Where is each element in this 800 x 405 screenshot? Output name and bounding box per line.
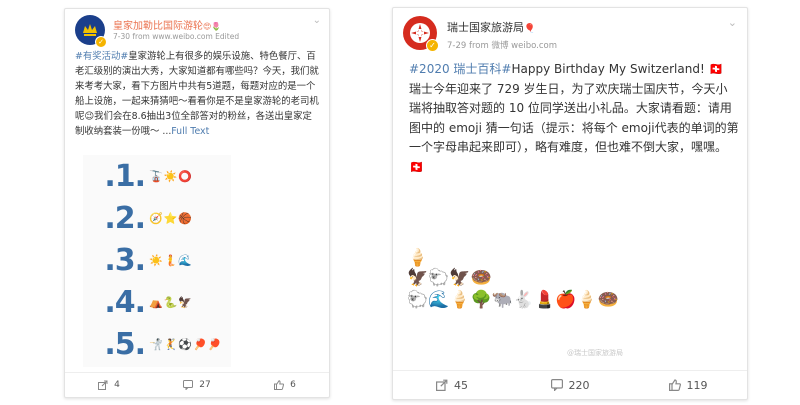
- quiz-emojis: ☀️🧜🌊: [149, 254, 194, 267]
- quiz-number: .3.: [104, 243, 146, 278]
- post-text: Happy Birthday My Switzerland! 🇨🇭 瑞士今年迎来…: [409, 62, 739, 174]
- like-icon: [274, 380, 285, 390]
- topic-tag[interactable]: #有奖活动#: [75, 51, 128, 62]
- post-body: #2020 瑞士百科#Happy Birthday My Switzerland…: [409, 60, 739, 177]
- post-actions: 45 220 119: [393, 370, 747, 399]
- comment-count: 220: [568, 378, 590, 392]
- like-button[interactable]: 119: [629, 379, 747, 392]
- post-meta: 7-29 from 微博 weibo.com: [447, 41, 558, 51]
- chevron-down-icon[interactable]: ⌄: [728, 16, 737, 29]
- quiz-emojis: 🧭⭐🏀: [149, 212, 194, 225]
- name-emoji: 🎈: [524, 24, 536, 34]
- post-body: #有奖活动#皇家游轮上有很多的娱乐设施、特色餐厅、百老汇级别的演出大秀，大家知道…: [75, 49, 319, 139]
- comment-icon: [550, 379, 563, 391]
- quiz-number: .2.: [104, 201, 146, 236]
- quiz-question-3: .3. ☀️🧜🌊: [83, 243, 193, 278]
- emoji-line-1: 🍦: [407, 248, 429, 268]
- post-text: 皇家游轮上有很多的娱乐设施、特色餐厅、百老汇级别的演出大秀，大家知道都有哪些吗？…: [75, 51, 319, 137]
- account-name[interactable]: 瑞士国家旅游局🎈: [447, 19, 535, 35]
- comment-icon: [183, 380, 194, 390]
- emoji-line-3: 🐑🌊🍦🌳🐃🐇💄🍎🍦🍩: [407, 290, 619, 310]
- share-icon: [98, 380, 108, 390]
- share-button[interactable]: 45: [393, 379, 511, 392]
- quiz-emojis: 🤺🤾⚽🏓🏓: [149, 338, 223, 351]
- weibo-post-swiss-tourism: ✓ 瑞士国家旅游局🎈 7-29 from 微博 weibo.com ⌄ #202…: [392, 7, 748, 400]
- full-text-link[interactable]: Full Text: [171, 126, 209, 137]
- watermark: @瑞士国家旅游局: [567, 349, 623, 357]
- quiz-emojis: ⛺🐍🦅: [149, 296, 194, 309]
- comment-button[interactable]: 220: [511, 379, 629, 392]
- quiz-question-4: .4. ⛺🐍🦅: [83, 285, 193, 320]
- quiz-number: .1.: [104, 159, 146, 194]
- weibo-post-royal-caribbean: ✓ 皇家加勒比国际游轮😍🌷 7-30 from www.weibo.com Ed…: [64, 8, 330, 398]
- share-count: 4: [114, 380, 120, 390]
- name-emojis: 😍🌷: [203, 22, 222, 31]
- quiz-emojis: 🚡☀️⭕: [149, 170, 194, 183]
- like-icon: [668, 379, 681, 391]
- share-button[interactable]: 4: [65, 380, 153, 390]
- comment-button[interactable]: 27: [153, 380, 241, 390]
- account-name[interactable]: 皇家加勒比国际游轮😍🌷: [113, 17, 221, 32]
- chevron-down-icon[interactable]: ⌄: [313, 15, 321, 26]
- post-actions: 4 27 6: [65, 372, 329, 397]
- like-count: 119: [686, 378, 708, 392]
- emoji-puzzle-image[interactable]: 🍦 🦅🐑🦅🍩 🐑🌊🍦🌳🐃🐇💄🍎🍦🍩 @瑞士国家旅游局: [407, 248, 737, 372]
- post-meta: 7-30 from www.weibo.com Edited: [113, 32, 240, 41]
- verified-badge-icon: ✓: [95, 36, 107, 48]
- emoji-line-2: 🦅🐑🦅🍩: [407, 268, 492, 288]
- share-icon: [436, 379, 448, 391]
- quiz-question-1: .1. 🚡☀️⭕: [83, 159, 193, 194]
- quiz-image[interactable]: .1. 🚡☀️⭕ .2. 🧭⭐🏀 .3. ☀️🧜🌊 .4. ⛺🐍🦅 .5. 🤺🤾…: [83, 155, 231, 367]
- quiz-number: .5.: [104, 327, 146, 362]
- share-count: 45: [454, 378, 468, 392]
- quiz-number: .4.: [104, 285, 146, 320]
- comment-count: 27: [199, 380, 211, 390]
- quiz-question-5: .5. 🤺🤾⚽🏓🏓: [83, 327, 222, 362]
- like-button[interactable]: 6: [241, 380, 329, 390]
- verified-badge-icon: ✓: [426, 39, 439, 52]
- topic-tag[interactable]: #2020 瑞士百科#: [409, 62, 511, 76]
- like-count: 6: [290, 380, 296, 390]
- quiz-question-2: .2. 🧭⭐🏀: [83, 201, 193, 236]
